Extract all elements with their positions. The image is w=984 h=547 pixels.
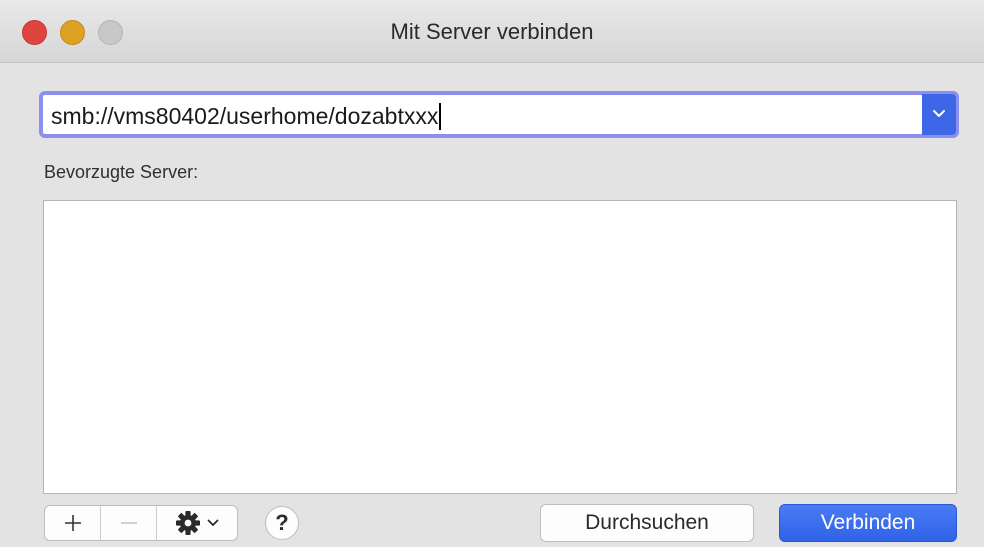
gear-icon xyxy=(176,511,200,535)
minus-icon xyxy=(120,522,137,524)
remove-favorite-button[interactable] xyxy=(101,506,157,540)
plus-icon xyxy=(64,515,81,531)
favorite-servers-label: Bevorzugte Server: xyxy=(44,162,199,182)
favorites-toolbar xyxy=(44,505,238,541)
chevron-down-icon xyxy=(207,519,219,526)
window-title: Mit Server verbinden xyxy=(390,19,594,44)
connect-to-server-window: Mit Server verbinden smb://vms80402/user… xyxy=(0,0,984,547)
browse-button[interactable]: Durchsuchen xyxy=(540,504,754,542)
favorite-servers-list[interactable] xyxy=(43,200,957,494)
title-bar[interactable]: Mit Server verbinden xyxy=(0,0,984,63)
chevron-down-icon xyxy=(933,110,945,117)
server-address-input[interactable]: smb://vms80402/userhome/dozabtxxx xyxy=(51,103,442,130)
server-address-value: smb://vms80402/userhome/dozabtxxx xyxy=(51,103,439,129)
action-menu-button[interactable] xyxy=(157,506,237,540)
add-favorite-button[interactable] xyxy=(45,506,101,540)
connect-button[interactable]: Verbinden xyxy=(779,504,957,542)
recent-servers-dropdown-button[interactable] xyxy=(922,94,956,135)
text-caret xyxy=(439,103,442,130)
server-address-field[interactable]: smb://vms80402/userhome/dozabtxxx xyxy=(39,91,959,138)
help-button[interactable]: ? xyxy=(265,506,299,540)
